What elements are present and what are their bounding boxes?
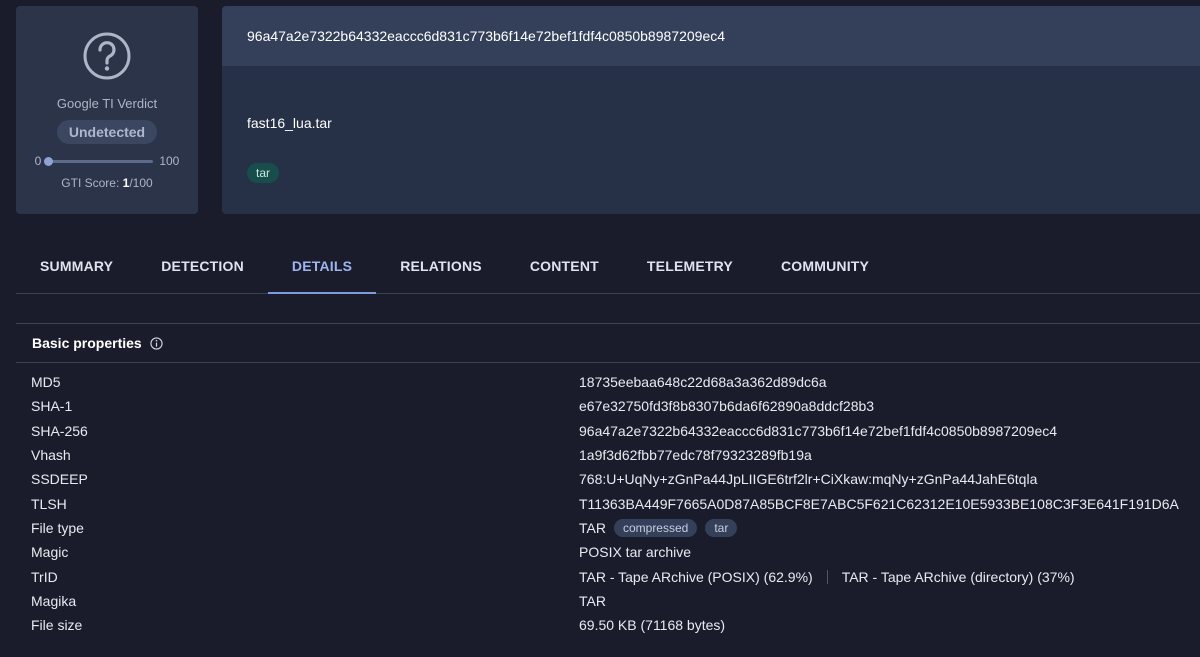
- prop-value[interactable]: 18735eebaa648c22d68a3a362d89dc6a: [579, 374, 827, 390]
- verdict-card: Google TI Verdict Undetected 0 100 GTI S…: [16, 6, 198, 214]
- verdict-status-badge: Undetected: [56, 120, 158, 144]
- question-circle-icon: [83, 32, 131, 80]
- prop-value: TAR - Tape ARchive (directory) (37%): [841, 568, 1075, 585]
- properties-list: MD5 18735eebaa648c22d68a3a362d89dc6a SHA…: [31, 370, 1191, 637]
- prop-row-vhash: Vhash 1a9f3d62fbb77edc78f79323289fb19a: [31, 443, 1191, 467]
- prop-value: TAR: [579, 592, 606, 609]
- prop-key: SHA-1: [31, 398, 73, 415]
- prop-row-sha256: SHA-256 96a47a2e7322b64332eaccc6d831c773…: [31, 419, 1191, 443]
- prop-row-md5: MD5 18735eebaa648c22d68a3a362d89dc6a: [31, 370, 1191, 394]
- file-header-card: 96a47a2e7322b64332eaccc6d831c773b6f14e72…: [222, 6, 1200, 214]
- divider: [826, 569, 828, 584]
- prop-key: MD5: [31, 374, 61, 391]
- file-tag[interactable]: tar: [247, 163, 280, 183]
- prop-row-file-size: File size 69.50 KB (71168 bytes): [31, 613, 1191, 637]
- score-slider: 0 100: [35, 154, 180, 168]
- tab-bar: SUMMARY DETECTION DETAILS RELATIONS CONT…: [16, 240, 1200, 294]
- file-type-chip[interactable]: tar: [705, 518, 738, 537]
- tab-detection[interactable]: DETECTION: [137, 240, 268, 294]
- prop-row-file-type: File type TAR compressed tar: [31, 516, 1191, 540]
- info-icon[interactable]: [150, 336, 163, 350]
- prop-value: POSIX tar archive: [579, 544, 692, 561]
- prop-value: TAR - Tape ARchive (POSIX) (62.9%): [579, 568, 813, 585]
- prop-row-sha1: SHA-1 e67e32750fd3f8b8307b6da6f62890a8dd…: [31, 394, 1191, 418]
- file-hash-title: 96a47a2e7322b64332eaccc6d831c773b6f14e72…: [222, 6, 1200, 66]
- file-type-chip[interactable]: compressed: [613, 518, 698, 537]
- score-min-label: 0: [34, 154, 42, 168]
- prop-row-magic: Magic POSIX tar archive: [31, 540, 1191, 564]
- prop-key: Magic: [31, 544, 69, 561]
- prop-value[interactable]: T11363BA449F7665A0D87A85BCF8E7ABC5F621C6…: [579, 496, 1179, 512]
- tab-telemetry[interactable]: TELEMETRY: [623, 240, 757, 294]
- prop-value: TAR: [579, 519, 606, 536]
- tab-content[interactable]: CONTENT: [506, 240, 623, 294]
- prop-row-trid: TrID TAR - Tape ARchive (POSIX) (62.9%) …: [31, 564, 1191, 588]
- score-knob: [44, 156, 54, 166]
- prop-key: TrID: [31, 568, 58, 585]
- prop-key: TLSH: [31, 495, 67, 512]
- prop-value[interactable]: 1a9f3d62fbb77edc78f79323289fb19a: [579, 447, 812, 463]
- prop-value-group: TAR - Tape ARchive (POSIX) (62.9%) TAR -…: [579, 569, 1075, 585]
- gti-score-prefix: GTI Score:: [61, 176, 123, 190]
- prop-row-tlsh: TLSH T11363BA449F7665A0D87A85BCF8E7ABC5F…: [31, 491, 1191, 515]
- prop-value-group: TAR compressed tar: [579, 518, 738, 537]
- prop-key: SSDEEP: [31, 471, 88, 488]
- prop-value[interactable]: 96a47a2e7322b64332eaccc6d831c773b6f14e72…: [579, 423, 1057, 439]
- prop-value[interactable]: 768:U+UqNy+zGnPa44JpLIIGE6trf2lr+CiXkaw:…: [579, 471, 1037, 487]
- tab-community[interactable]: COMMUNITY: [757, 240, 893, 294]
- prop-key: SHA-256: [31, 422, 88, 439]
- tab-summary[interactable]: SUMMARY: [16, 240, 137, 294]
- gti-score-text: GTI Score: 1/100: [61, 176, 152, 190]
- tab-relations[interactable]: RELATIONS: [376, 240, 506, 294]
- verdict-label: Google TI Verdict: [56, 96, 158, 111]
- score-track: [44, 156, 154, 166]
- prop-key: Vhash: [31, 447, 71, 464]
- file-name: fast16_lua.tar: [247, 115, 332, 131]
- prop-key: File size: [31, 617, 83, 634]
- tab-details[interactable]: DETAILS: [267, 240, 377, 294]
- basic-properties-header: Basic properties: [16, 323, 1200, 363]
- score-max-label: 100: [159, 154, 180, 168]
- prop-row-magika: Magika TAR: [31, 589, 1191, 613]
- section-title: Basic properties: [32, 335, 142, 351]
- prop-value[interactable]: e67e32750fd3f8b8307b6da6f62890a8ddcf28b3: [579, 398, 874, 414]
- prop-key: File type: [31, 519, 84, 536]
- gti-score-suffix: /100: [129, 176, 153, 190]
- prop-key: Magika: [31, 592, 77, 609]
- prop-row-ssdeep: SSDEEP 768:U+UqNy+zGnPa44JpLIIGE6trf2lr+…: [31, 467, 1191, 491]
- prop-value: 69.50 KB (71168 bytes): [579, 617, 726, 634]
